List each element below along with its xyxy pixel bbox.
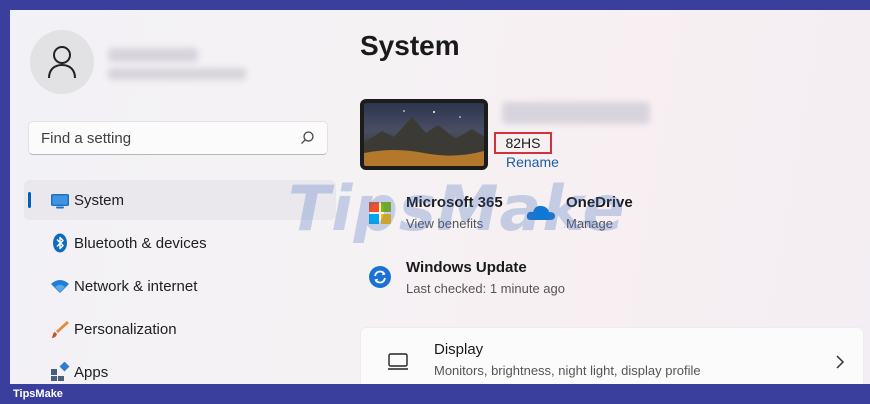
bluetooth-icon xyxy=(53,233,67,253)
sidebar-item-label: System xyxy=(74,191,125,209)
windows-update-title[interactable]: Windows Update xyxy=(406,259,527,276)
sidebar-item-apps[interactable]: Apps xyxy=(24,352,336,384)
person-icon xyxy=(48,46,76,79)
account-email-redacted xyxy=(108,68,246,80)
sidebar-item-bluetooth[interactable]: Bluetooth & devices xyxy=(24,223,336,263)
sidebar-item-personalization[interactable]: Personalization xyxy=(24,309,336,349)
sidebar-item-label: Bluetooth & devices xyxy=(74,234,207,252)
windows-update-icon xyxy=(369,266,391,288)
device-name-redacted xyxy=(502,102,650,124)
chevron-right-icon xyxy=(836,355,845,369)
monitor-icon xyxy=(51,194,69,209)
microsoft-365-subtitle: View benefits xyxy=(406,216,484,231)
wifi-icon xyxy=(51,280,69,293)
account-name-redacted xyxy=(108,48,198,62)
microsoft-365-icon xyxy=(369,202,391,224)
windows-update-subtitle: Last checked: 1 minute ago xyxy=(406,281,565,296)
device-model: 82HS xyxy=(494,132,552,154)
apps-icon xyxy=(51,362,70,381)
onedrive-title[interactable]: OneDrive xyxy=(566,194,633,211)
search-input[interactable]: Find a setting xyxy=(41,130,299,147)
footer-brand-label: TipsMake xyxy=(13,388,63,400)
sidebar-nav: System Bluetooth & devices Network & int… xyxy=(24,180,336,384)
user-avatar[interactable] xyxy=(30,30,94,94)
sidebar-item-label: Network & internet xyxy=(74,277,198,295)
rename-link[interactable]: Rename xyxy=(506,154,559,170)
page-title: System xyxy=(360,30,460,61)
search-box[interactable]: Find a setting xyxy=(28,121,328,155)
brush-icon xyxy=(51,321,69,338)
sidebar-item-label: Personalization xyxy=(74,320,177,338)
selection-indicator xyxy=(28,192,31,208)
mountain-wallpaper-image xyxy=(364,110,484,166)
sidebar-item-label: Apps xyxy=(74,363,109,381)
sidebar-item-network[interactable]: Network & internet xyxy=(24,266,336,306)
sidebar-item-system[interactable]: System xyxy=(24,180,336,220)
device-wallpaper-thumbnail xyxy=(360,99,488,170)
display-icon xyxy=(388,353,408,370)
search-icon[interactable] xyxy=(299,130,315,146)
display-settings-card[interactable]: Display Monitors, brightness, night ligh… xyxy=(360,327,864,384)
display-card-title: Display xyxy=(434,341,484,358)
onedrive-icon xyxy=(526,205,555,220)
settings-window: Find a setting System Bluetooth & device… xyxy=(10,10,870,384)
onedrive-subtitle: Manage xyxy=(566,216,613,231)
display-card-subtitle: Monitors, brightness, night light, displ… xyxy=(434,363,701,378)
microsoft-365-title[interactable]: Microsoft 365 xyxy=(406,194,503,211)
